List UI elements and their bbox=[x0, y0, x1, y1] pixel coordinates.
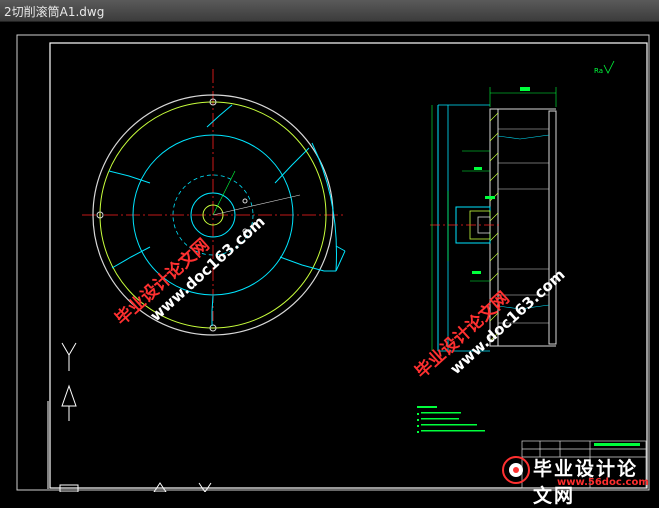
window-title: 2切削滚筒A1.dwg bbox=[4, 5, 105, 19]
svg-text:Ra: Ra bbox=[594, 67, 603, 75]
cad-drawing: Ra 毕业设计论文网 www.doc163.com 毕业设计论文网 www.do… bbox=[16, 34, 650, 493]
inner-frame bbox=[49, 42, 648, 489]
site-logo-icon bbox=[502, 456, 530, 484]
watermark-left: 毕业设计论文网 www.doc163.com bbox=[111, 213, 269, 330]
technical-notes bbox=[417, 406, 485, 433]
drum-edge bbox=[548, 110, 557, 345]
window-titlebar: 2切削滚筒A1.dwg bbox=[0, 0, 659, 22]
view-arrows bbox=[47, 342, 212, 493]
badge-url: www.56doc.com bbox=[557, 477, 649, 488]
vane-outer-edge bbox=[311, 142, 337, 272]
cad-drawing-canvas[interactable]: Ra 毕业设计论文网 www.doc163.com 毕业设计论文网 www.do… bbox=[0, 21, 659, 493]
outer-frame bbox=[16, 34, 650, 491]
hub-hole-1 bbox=[242, 198, 248, 204]
leader-line bbox=[212, 194, 301, 216]
site-badge: 毕业设计论文网 www.56doc.com bbox=[497, 452, 657, 507]
